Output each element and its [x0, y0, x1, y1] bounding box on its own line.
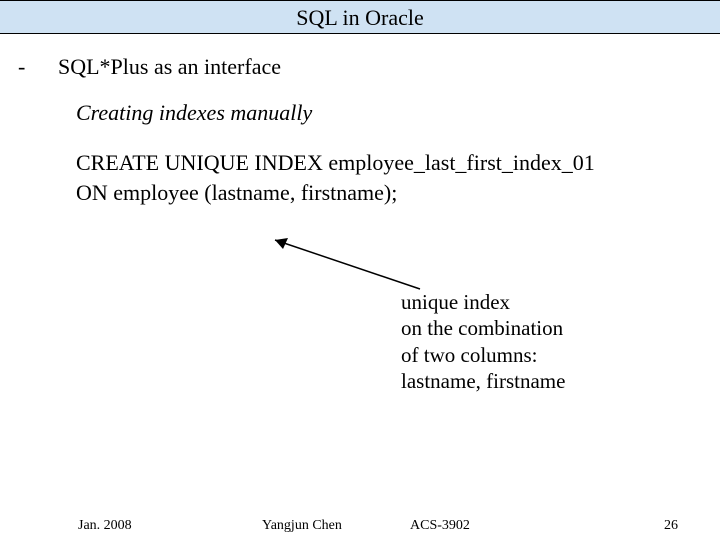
- annotation-block: unique index on the combination of two c…: [401, 289, 565, 394]
- title-bar: SQL in Oracle: [0, 0, 720, 34]
- slide-content: - SQL*Plus as an interface Creating inde…: [0, 34, 720, 207]
- bullet-dash: -: [18, 54, 58, 80]
- footer-author: Yangjun Chen: [262, 518, 342, 534]
- code-line-2: ON employee (lastname, firstname);: [76, 178, 702, 208]
- bullet-row: - SQL*Plus as an interface: [18, 54, 702, 80]
- code-line-1: CREATE UNIQUE INDEX employee_last_first_…: [76, 148, 702, 178]
- annotation-line-2: on the combination: [401, 315, 565, 341]
- footer-course: ACS-3902: [410, 518, 470, 534]
- annotation-line-1: unique index: [401, 289, 565, 315]
- bullet-text: SQL*Plus as an interface: [58, 54, 281, 80]
- annotation-line-3: of two columns:: [401, 342, 565, 368]
- code-block: CREATE UNIQUE INDEX employee_last_first_…: [76, 148, 702, 207]
- slide-title: SQL in Oracle: [296, 5, 423, 30]
- indent-block: Creating indexes manually CREATE UNIQUE …: [18, 100, 702, 207]
- annotation-line-4: lastname, firstname: [401, 368, 565, 394]
- footer-date: Jan. 2008: [78, 518, 132, 534]
- footer-page: 26: [664, 518, 678, 534]
- subheading: Creating indexes manually: [76, 100, 702, 126]
